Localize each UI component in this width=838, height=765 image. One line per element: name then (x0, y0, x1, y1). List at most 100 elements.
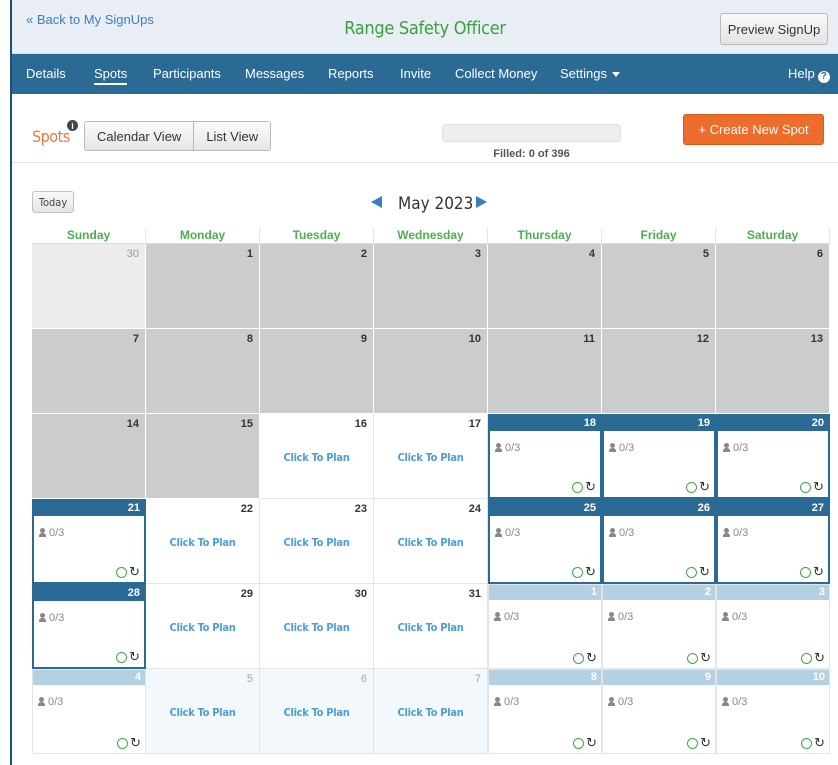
calendar-day-cell[interactable]: 7 Click To Plan (374, 669, 488, 754)
click-to-plan-link[interactable]: Click To Plan (146, 536, 259, 549)
click-to-plan-link[interactable]: Click To Plan (260, 536, 373, 549)
spot-count[interactable]: 0/3 (495, 527, 520, 539)
nav-messages[interactable]: Messages (245, 66, 304, 81)
click-to-plan-link[interactable]: Click To Plan (260, 621, 373, 634)
nav-details[interactable]: Details (26, 66, 66, 81)
spot-count[interactable]: 0/3 (722, 696, 747, 708)
click-to-plan-link[interactable]: Click To Plan (146, 621, 259, 634)
calendar-day-cell[interactable]: 18 0/3 ↻ (488, 414, 602, 499)
click-to-plan-link[interactable]: Click To Plan (260, 451, 373, 464)
click-to-plan-link[interactable]: Click To Plan (146, 706, 259, 719)
calendar-day-cell[interactable]: 3 0/3 ↻ (716, 584, 830, 669)
circle-icon[interactable] (800, 566, 812, 578)
circle-icon[interactable] (572, 566, 584, 578)
circle-icon[interactable] (573, 652, 585, 664)
nav-help[interactable]: Help? (788, 66, 830, 83)
spot-actions: ↻ (800, 565, 824, 578)
circle-icon[interactable] (801, 737, 813, 749)
click-to-plan-link[interactable]: Click To Plan (374, 706, 487, 719)
calendar-day-cell[interactable]: 8 0/3 ↻ (488, 669, 602, 754)
repeat-icon[interactable]: ↻ (700, 651, 711, 664)
calendar-day-cell[interactable]: 28 0/3 ↻ (32, 584, 146, 669)
calendar-day-cell[interactable]: 24 Click To Plan (374, 499, 488, 584)
circle-icon[interactable] (572, 481, 584, 493)
calendar-day-cell[interactable]: 30 Click To Plan (260, 584, 374, 669)
repeat-icon[interactable]: ↻ (699, 480, 710, 493)
calendar-day-cell[interactable]: 29 Click To Plan (146, 584, 260, 669)
calendar-day-cell[interactable]: 2 0/3 ↻ (602, 584, 716, 669)
circle-icon[interactable] (687, 737, 699, 749)
create-new-spot-button[interactable]: + Create New Spot (683, 114, 824, 145)
circle-icon[interactable] (686, 481, 698, 493)
spot-count[interactable]: 0/3 (608, 696, 633, 708)
click-to-plan-link[interactable]: Click To Plan (260, 706, 373, 719)
calendar-day-cell[interactable]: 16 Click To Plan (260, 414, 374, 499)
click-to-plan-link[interactable]: Click To Plan (374, 621, 487, 634)
click-to-plan-link[interactable]: Click To Plan (374, 451, 487, 464)
repeat-icon[interactable]: ↻ (699, 565, 710, 578)
repeat-icon[interactable]: ↻ (700, 736, 711, 749)
nav-settings[interactable]: Settings (560, 66, 620, 81)
repeat-icon[interactable]: ↻ (130, 736, 141, 749)
info-icon[interactable]: i (67, 120, 78, 131)
calendar-day-cell[interactable]: 25 0/3 ↻ (488, 499, 602, 584)
spot-count[interactable]: 0/3 (609, 442, 634, 454)
calendar-day-cell[interactable]: 10 0/3 ↻ (716, 669, 830, 754)
spot-count[interactable]: 0/3 (38, 696, 63, 708)
repeat-icon[interactable]: ↻ (813, 480, 824, 493)
circle-icon[interactable] (687, 652, 699, 664)
calendar-day-cell[interactable]: 27 0/3 ↻ (716, 499, 830, 584)
calendar-day-cell[interactable]: 22 Click To Plan (146, 499, 260, 584)
calendar-day-cell[interactable]: 17 Click To Plan (374, 414, 488, 499)
calendar-day-cell[interactable]: 23 Click To Plan (260, 499, 374, 584)
spot-count[interactable]: 0/3 (494, 696, 519, 708)
repeat-icon[interactable]: ↻ (585, 565, 596, 578)
prev-month-arrow-icon[interactable] (371, 196, 382, 208)
next-month-arrow-icon[interactable] (476, 196, 487, 208)
spot-count[interactable]: 0/3 (723, 442, 748, 454)
calendar-day-cell[interactable]: 19 0/3 ↻ (602, 414, 716, 499)
nav-spots[interactable]: Spots (94, 66, 128, 85)
spot-count[interactable]: 0/3 (608, 611, 633, 623)
nav-reports[interactable]: Reports (328, 66, 374, 81)
spot-count[interactable]: 0/3 (39, 612, 64, 624)
today-button[interactable]: Today (32, 191, 74, 213)
repeat-icon[interactable]: ↻ (586, 736, 597, 749)
spot-count[interactable]: 0/3 (723, 527, 748, 539)
spot-count[interactable]: 0/3 (495, 442, 520, 454)
nav-invite[interactable]: Invite (400, 66, 431, 81)
calendar-day-cell[interactable]: 1 0/3 ↻ (488, 584, 602, 669)
calendar-day-cell[interactable]: 31 Click To Plan (374, 584, 488, 669)
calendar-day-cell[interactable]: 9 0/3 ↻ (602, 669, 716, 754)
spot-count[interactable]: 0/3 (494, 611, 519, 623)
repeat-icon[interactable]: ↻ (585, 480, 596, 493)
spot-count[interactable]: 0/3 (722, 611, 747, 623)
preview-signup-button[interactable]: Preview SignUp (720, 13, 828, 45)
repeat-icon[interactable]: ↻ (129, 650, 140, 663)
calendar-view-button[interactable]: Calendar View (85, 122, 194, 150)
calendar-day-cell[interactable]: 4 0/3 ↻ (32, 669, 146, 754)
circle-icon[interactable] (801, 652, 813, 664)
repeat-icon[interactable]: ↻ (129, 565, 140, 578)
spot-count[interactable]: 0/3 (609, 527, 634, 539)
circle-icon[interactable] (117, 737, 129, 749)
calendar-day-cell[interactable]: 5 Click To Plan (146, 669, 260, 754)
calendar-day-cell[interactable]: 26 0/3 ↻ (602, 499, 716, 584)
repeat-icon[interactable]: ↻ (813, 565, 824, 578)
circle-icon[interactable] (116, 566, 128, 578)
spot-count[interactable]: 0/3 (39, 527, 64, 539)
calendar-day-cell[interactable]: 21 0/3 ↻ (32, 499, 146, 584)
calendar-day-cell[interactable]: 6 Click To Plan (260, 669, 374, 754)
click-to-plan-link[interactable]: Click To Plan (374, 536, 487, 549)
circle-icon[interactable] (573, 737, 585, 749)
repeat-icon[interactable]: ↻ (586, 651, 597, 664)
calendar-day-cell[interactable]: 20 0/3 ↻ (716, 414, 830, 499)
circle-icon[interactable] (800, 481, 812, 493)
repeat-icon[interactable]: ↻ (814, 651, 825, 664)
list-view-button[interactable]: List View (193, 122, 271, 150)
repeat-icon[interactable]: ↻ (814, 736, 825, 749)
circle-icon[interactable] (116, 651, 128, 663)
circle-icon[interactable] (686, 566, 698, 578)
nav-participants[interactable]: Participants (153, 66, 221, 81)
nav-collect-money[interactable]: Collect Money (455, 66, 537, 81)
